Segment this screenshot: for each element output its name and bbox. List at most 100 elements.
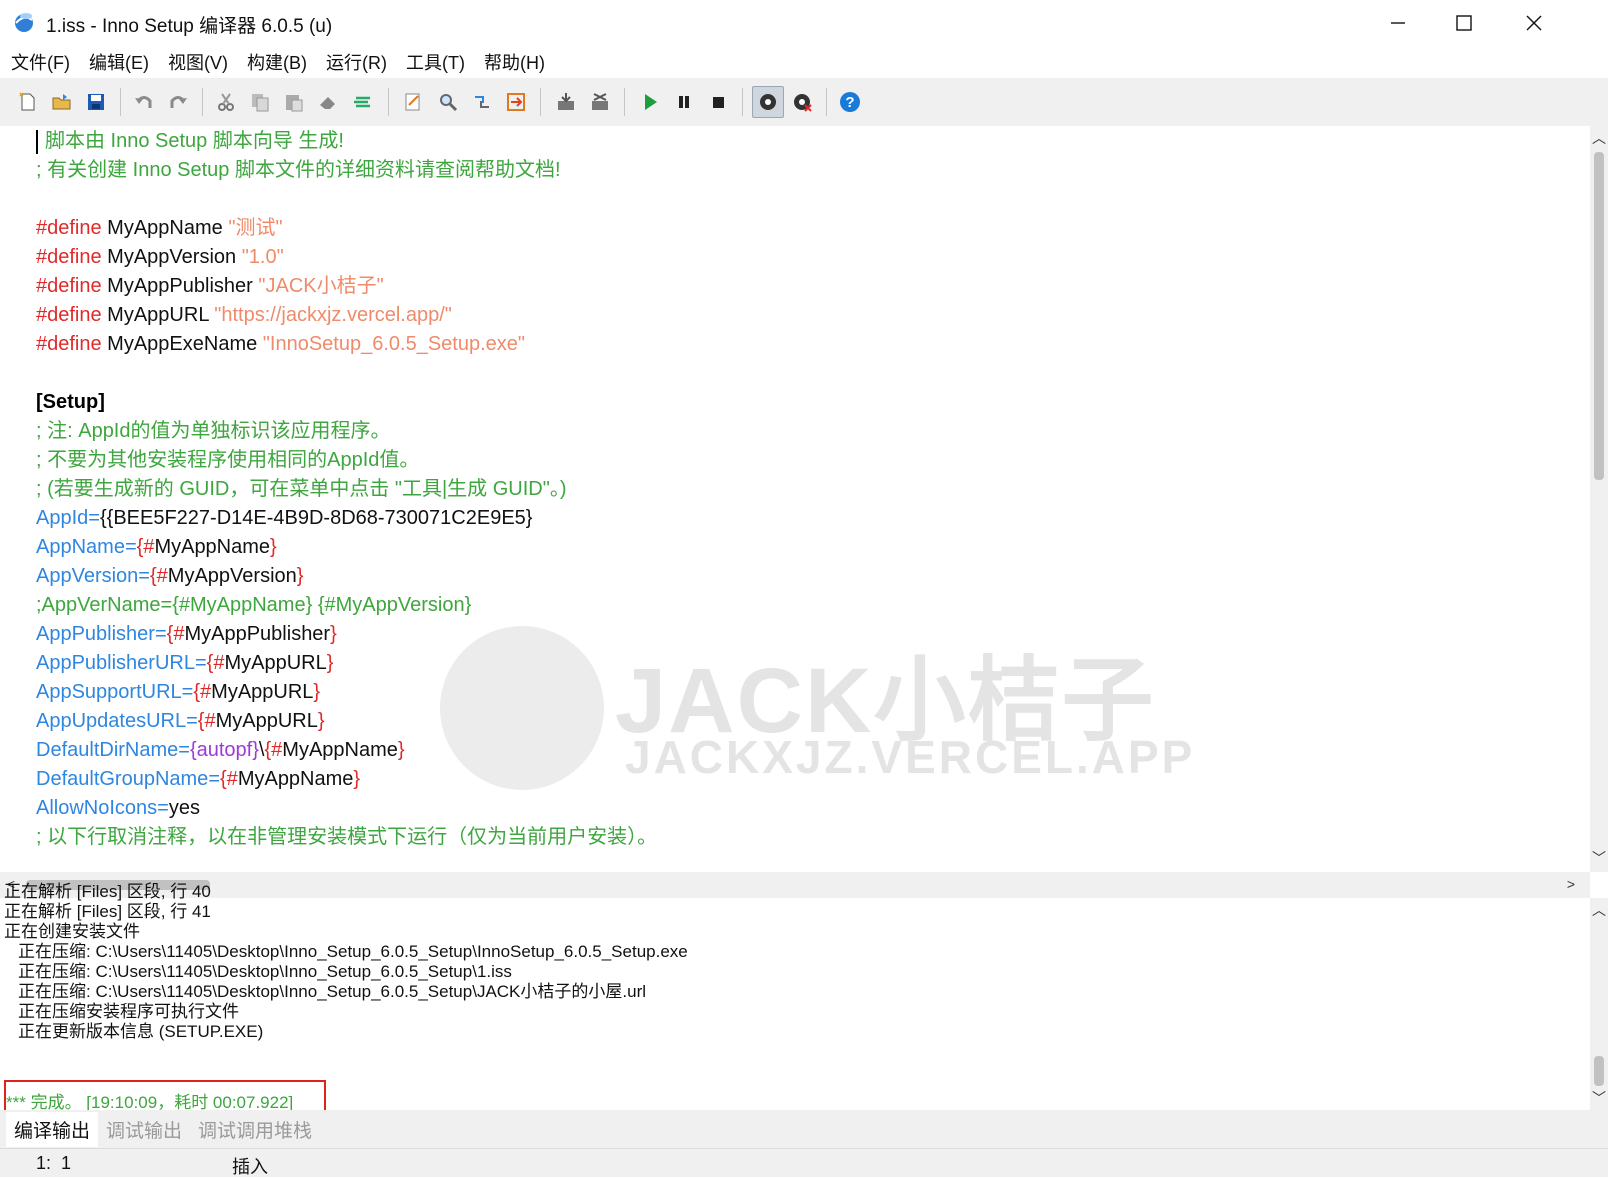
erase-button[interactable] [312, 86, 344, 118]
editor-horizontal-scrollbar[interactable]: < > [0, 872, 1590, 898]
insert-mode: 插入 [232, 1157, 268, 1177]
code-line: #define MyAppExeName "InnoSetup_6.0.5_Se… [36, 330, 525, 358]
code-token: #define [36, 246, 102, 268]
toolbar: ? [0, 78, 1608, 126]
menu-view[interactable]: 视图(V) [162, 49, 234, 75]
find-button[interactable] [398, 86, 430, 118]
maximize-icon [1456, 15, 1472, 31]
scroll-down-arrow-icon[interactable]: ﹀ [1590, 1088, 1608, 1108]
tab-compile-output[interactable]: 编译输出 [6, 1111, 99, 1147]
debug-target-button[interactable] [752, 86, 784, 118]
code-token: AppPublisher [36, 623, 155, 645]
run-button[interactable] [634, 86, 666, 118]
code-token: } [326, 652, 334, 674]
code-token: MyAppURL [224, 652, 327, 674]
scroll-up-arrow-icon[interactable]: ︿ [1590, 900, 1608, 920]
code-line: AppPublisher={#MyAppPublisher} [36, 620, 337, 648]
replace-button[interactable] [466, 86, 498, 118]
output-line: 正在创建安装文件 [4, 922, 140, 941]
menu-help[interactable]: 帮助(H) [478, 49, 551, 75]
editor-vertical-scrollbar[interactable]: ︿ ﹀ [1590, 126, 1608, 872]
code-line: AppUpdatesURL={#MyAppURL} [36, 707, 325, 735]
code-token: {# [197, 710, 216, 732]
run-icon [645, 94, 657, 110]
code-token: {autopf} [189, 739, 259, 761]
code-token: AppSupportURL [36, 681, 182, 703]
code-token: {# [264, 739, 283, 761]
code-token: "InnoSetup_6.0.5_Setup.exe" [262, 333, 525, 355]
menu-edit[interactable]: 编辑(E) [83, 49, 155, 75]
menu-run[interactable]: 运行(R) [320, 49, 393, 75]
find-next-button[interactable] [432, 86, 464, 118]
code-token: {# [220, 768, 238, 790]
erase-icon [320, 97, 335, 109]
minimize-button[interactable] [1362, 0, 1434, 46]
code-line: AppId={{BEE5F227-D14E-4B9D-8D68-730071C2… [36, 504, 532, 532]
maximize-button[interactable] [1428, 0, 1500, 46]
code-token: DefaultGroupName [36, 768, 209, 790]
undo-button[interactable] [128, 86, 160, 118]
toolbar-separator [540, 88, 541, 116]
new-file-button[interactable] [12, 86, 44, 118]
pause-button[interactable] [668, 86, 700, 118]
compile-icon [558, 93, 574, 110]
code-token: MyAppName [154, 536, 271, 558]
code-line: AllowNoIcons=yes [36, 794, 200, 822]
code-line: AppVersion={#MyAppVersion} [36, 562, 303, 590]
title-bar: 1.iss - Inno Setup 编译器 6.0.5 (u) [0, 0, 1608, 46]
code-token: = [178, 739, 190, 761]
text-caret [36, 130, 38, 154]
copy-button[interactable] [244, 86, 276, 118]
code-token: ; (若要生成新的 GUID，可在菜单中点击 "工具|生成 GUID"。) [36, 478, 567, 500]
watermark-subtitle: JACKXJZ.VERCEL.APP [625, 731, 1196, 783]
paste-icon [286, 95, 303, 112]
scroll-up-arrow-icon[interactable]: ︿ [1590, 128, 1608, 148]
scroll-down-arrow-icon[interactable]: ﹀ [1590, 848, 1608, 868]
output-line: 正在解析 [Files] 区段, 行 41 [4, 902, 211, 921]
minimize-icon [1391, 22, 1405, 24]
close-button[interactable] [1498, 0, 1570, 46]
code-token: {# [206, 652, 225, 674]
stop-compile-button[interactable] [584, 86, 616, 118]
redo-button[interactable] [162, 86, 194, 118]
tab-debug-call-stack[interactable]: 调试调用堆栈 [190, 1112, 320, 1147]
save-button[interactable] [80, 86, 112, 118]
help-button[interactable]: ? [834, 86, 866, 118]
code-token: ;AppVerName={#MyAppName} {#MyAppVersion} [36, 594, 472, 616]
menu-tools[interactable]: 工具(T) [400, 49, 471, 75]
code-line: ; (若要生成新的 GUID，可在菜单中点击 "工具|生成 GUID"。) [36, 475, 567, 503]
code-token: = [154, 623, 167, 645]
code-line: #define MyAppVersion "1.0" [36, 243, 284, 271]
code-token: {# [136, 536, 155, 558]
code-editor[interactable]: 脚本由 Inno Setup 脚本向导 生成! ; 有关创建 Inno Setup… [0, 126, 1590, 872]
code-line: [Setup] [36, 388, 105, 416]
code-token: ; 以下行取消注释，以在非管理安装模式下运行（仅为当前用户安装）。 [36, 826, 658, 848]
menu-build[interactable]: 构建(B) [241, 49, 313, 75]
debug-target-icon [760, 94, 776, 110]
paste-button[interactable] [278, 86, 310, 118]
toolbar-separator [826, 88, 827, 116]
tab-debug-output[interactable]: 调试输出 [98, 1112, 190, 1147]
compile-button[interactable] [550, 86, 582, 118]
menu-file[interactable]: 文件(F) [5, 49, 76, 75]
scrollbar-thumb[interactable] [1594, 1056, 1604, 1086]
toolbar-separator [388, 88, 389, 116]
code-token: DefaultDirName [36, 739, 179, 761]
code-token: #define [36, 217, 102, 239]
open-button[interactable] [46, 86, 78, 118]
code-token: #define [36, 275, 102, 297]
menu-bar: 文件(F) 编辑(E) 视图(V) 构建(B) 运行(R) 工具(T) 帮助(H… [0, 46, 1608, 78]
code-token: ; 注: AppId的值为单独标识该应用程序。 [36, 420, 391, 442]
indent-button[interactable] [346, 86, 378, 118]
cut-button[interactable] [210, 86, 242, 118]
goto-button[interactable] [500, 86, 532, 118]
find-next-icon [440, 94, 458, 112]
scroll-right-arrow-icon[interactable]: > [1562, 876, 1580, 892]
output-vertical-scrollbar[interactable]: ︿ ﹀ [1590, 898, 1608, 1110]
scrollbar-thumb[interactable] [1594, 152, 1604, 480]
toolbar-separator [202, 88, 203, 116]
stop-button[interactable] [702, 86, 734, 118]
code-line: #define MyAppURL "https://jackxjz.vercel… [36, 301, 452, 329]
debug-target-off-button[interactable] [786, 86, 818, 118]
watermark-title: JACK小桔子 [615, 650, 1156, 752]
